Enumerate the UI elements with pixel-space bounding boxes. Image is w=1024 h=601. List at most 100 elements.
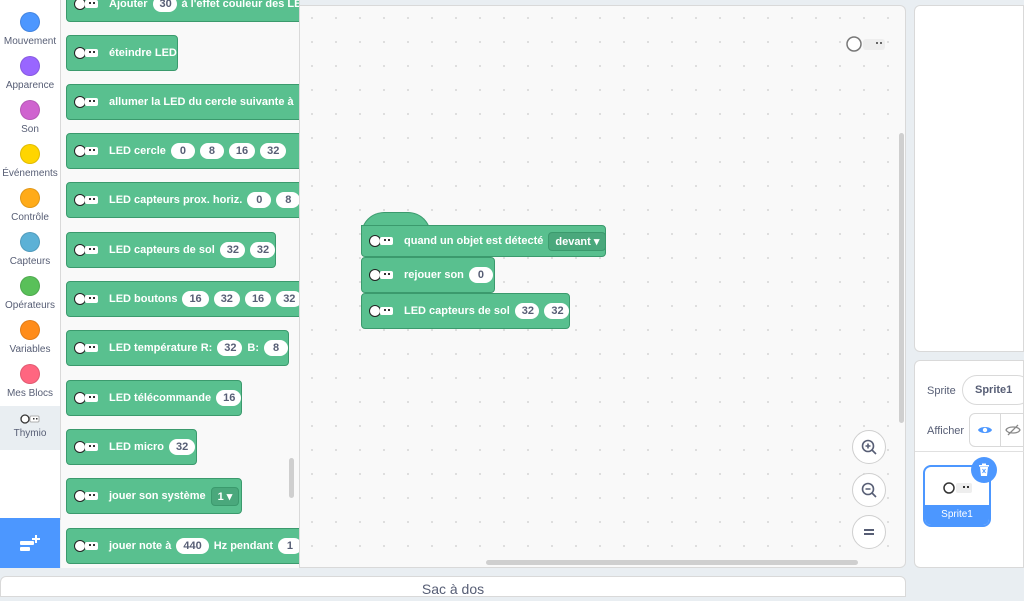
number-input[interactable]: 32 bbox=[169, 439, 196, 455]
block-allumer-led-cercle[interactable]: allumer la LED du cercle suivante à g bbox=[66, 84, 299, 120]
category-label: Mes Blocs bbox=[6, 388, 54, 399]
block-led-temperature[interactable]: LED température R: 32 B: 8 bbox=[66, 330, 289, 366]
number-input[interactable]: 8 bbox=[199, 143, 224, 159]
backpack-label: Sac à dos bbox=[421, 581, 485, 597]
dropdown-value: devant bbox=[555, 235, 591, 248]
number-input[interactable]: 32 bbox=[260, 143, 287, 159]
category-mes-blocs[interactable]: Mes Blocs bbox=[0, 362, 60, 406]
block-led-capteurs-sol[interactable]: LED capteurs de sol 32 32 bbox=[66, 232, 276, 268]
stage[interactable] bbox=[914, 5, 1024, 352]
zoom-in-icon bbox=[861, 439, 877, 455]
number-input[interactable]: 16 bbox=[244, 291, 272, 307]
category-dot-icon bbox=[20, 100, 40, 120]
zoom-reset-button[interactable] bbox=[852, 515, 886, 549]
category-label: Son bbox=[21, 124, 39, 135]
block-text: LED boutons bbox=[109, 293, 178, 305]
thymio-robot-icon bbox=[74, 292, 100, 306]
thymio-robot-icon bbox=[74, 341, 100, 355]
category-son[interactable]: Son bbox=[0, 98, 60, 142]
number-input[interactable]: 16 bbox=[182, 291, 209, 307]
block-text: LED télécommande bbox=[109, 392, 212, 404]
number-input[interactable]: 32 bbox=[213, 291, 240, 307]
direction-dropdown[interactable]: devant ▾ bbox=[548, 231, 607, 251]
block-palette[interactable]: Ajouter 30 à l'effet couleur des LED éte… bbox=[61, 0, 300, 568]
hat-block-objet-detecte[interactable]: quand un objet est détecté devant ▾ bbox=[361, 225, 607, 257]
category-label: Contrôle bbox=[11, 212, 49, 223]
category-evenements[interactable]: Événements bbox=[0, 142, 60, 186]
workspace-horizontal-scrollbar[interactable] bbox=[486, 560, 858, 565]
number-input[interactable]: 32 bbox=[276, 291, 299, 307]
number-input[interactable]: 32 bbox=[217, 340, 243, 356]
block-jouer-note[interactable]: jouer note à 440 Hz pendant 1 bbox=[66, 528, 299, 564]
category-menu: Mouvement Apparence Son Événements Contr… bbox=[0, 0, 61, 520]
category-label: Événements bbox=[2, 168, 58, 179]
number-input[interactable]: 16 bbox=[216, 390, 241, 406]
block-led-cercle[interactable]: LED cercle 0 8 16 32 bbox=[66, 133, 299, 169]
category-label: Mouvement bbox=[3, 36, 57, 47]
category-capteurs[interactable]: Capteurs bbox=[0, 230, 60, 274]
number-input[interactable]: 32 bbox=[514, 303, 540, 319]
show-sprite-button[interactable] bbox=[969, 413, 1001, 447]
number-input[interactable]: 0 bbox=[247, 192, 272, 208]
block-led-boutons[interactable]: LED boutons 16 32 16 32 bbox=[66, 281, 299, 317]
block-led-micro[interactable]: LED micro 32 bbox=[66, 429, 197, 465]
delete-sprite-button[interactable] bbox=[971, 457, 997, 483]
sound-dropdown[interactable]: 1 ▾ bbox=[210, 486, 240, 506]
block-led-telecommande[interactable]: LED télécommande 16 bbox=[66, 380, 242, 416]
hide-sprite-button[interactable] bbox=[1001, 413, 1024, 447]
block-text: quand un objet est détecté bbox=[404, 235, 544, 247]
block-rejouer-son[interactable]: rejouer son 0 bbox=[361, 257, 495, 293]
number-input[interactable]: 16 bbox=[228, 143, 256, 159]
dropdown-value: 1 bbox=[217, 490, 224, 503]
number-input[interactable]: 440 bbox=[176, 538, 209, 554]
category-label: Variables bbox=[9, 344, 51, 355]
block-text: LED cercle bbox=[109, 145, 166, 157]
thymio-robot-icon bbox=[74, 243, 100, 257]
block-text: LED capteurs de sol bbox=[404, 305, 510, 317]
category-operateurs[interactable]: Opérateurs bbox=[0, 274, 60, 318]
thymio-robot-icon bbox=[369, 304, 395, 318]
block-ajouter-effet-couleur[interactable]: Ajouter 30 à l'effet couleur des LED bbox=[66, 0, 299, 22]
number-input[interactable]: 8 bbox=[264, 340, 288, 356]
block-text: rejouer son bbox=[404, 269, 464, 281]
eye-icon bbox=[978, 427, 992, 433]
sprite-label: Sprite bbox=[927, 385, 956, 397]
block-text: B: bbox=[247, 342, 259, 354]
block-led-capteurs-prox[interactable]: LED capteurs prox. horiz. 0 8 bbox=[66, 182, 299, 218]
zoom-out-icon bbox=[861, 482, 877, 498]
number-input[interactable]: 0 bbox=[170, 143, 195, 159]
block-text: LED micro bbox=[109, 441, 165, 453]
block-jouer-son-systeme[interactable]: jouer son système 1 ▾ bbox=[66, 478, 242, 514]
zoom-in-button[interactable] bbox=[852, 430, 886, 464]
workspace-vertical-scrollbar[interactable] bbox=[899, 133, 904, 423]
number-input[interactable]: 8 bbox=[276, 192, 299, 208]
category-variables[interactable]: Variables bbox=[0, 318, 60, 362]
show-label: Afficher bbox=[927, 425, 965, 437]
number-input[interactable]: 32 bbox=[219, 242, 245, 258]
thymio-robot-icon bbox=[845, 36, 889, 57]
number-input[interactable]: 32 bbox=[544, 303, 569, 319]
block-text: Ajouter bbox=[109, 0, 148, 10]
block-text: allumer la LED du cercle suivante à bbox=[109, 96, 294, 108]
category-thymio[interactable]: Thymio bbox=[0, 406, 60, 450]
category-mouvement[interactable]: Mouvement bbox=[0, 10, 60, 54]
sprite-name-field[interactable]: Sprite1 bbox=[962, 375, 1024, 405]
number-input[interactable]: 32 bbox=[249, 242, 275, 258]
block-eteindre-led[interactable]: éteindre LED bbox=[66, 35, 178, 71]
eye-slash-icon bbox=[1004, 424, 1021, 436]
zoom-out-button[interactable] bbox=[852, 473, 886, 507]
category-apparence[interactable]: Apparence bbox=[0, 54, 60, 98]
backpack-bar[interactable]: Sac à dos bbox=[0, 576, 906, 597]
block-text: jouer son système bbox=[109, 490, 206, 502]
category-label: Thymio bbox=[13, 428, 47, 439]
number-input[interactable]: 1 bbox=[277, 538, 299, 554]
block-text: LED capteurs de sol bbox=[109, 244, 215, 256]
palette-scrollbar[interactable] bbox=[289, 458, 294, 498]
number-input[interactable]: 0 bbox=[468, 267, 493, 283]
add-extension-button[interactable] bbox=[0, 518, 60, 568]
number-input[interactable]: 30 bbox=[152, 0, 177, 12]
thymio-robot-icon bbox=[74, 489, 100, 503]
block-led-capteurs-sol-script[interactable]: LED capteurs de sol 32 32 bbox=[361, 293, 570, 329]
category-controle[interactable]: Contrôle bbox=[0, 186, 60, 230]
sprite-tile-name: Sprite1 bbox=[925, 505, 989, 525]
